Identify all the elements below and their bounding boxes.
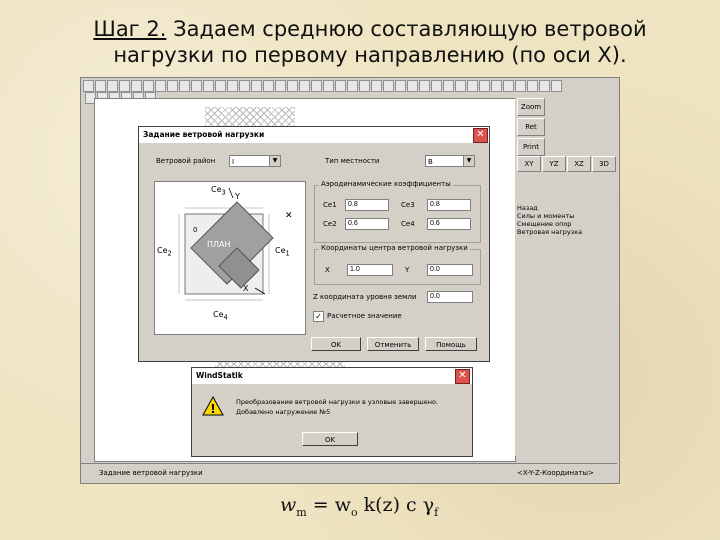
menu-item-forces[interactable]: Силы и моменты — [517, 212, 582, 220]
view-3d-button[interactable]: 3D — [592, 156, 616, 172]
design-value-label: Расчетное значение — [327, 312, 402, 320]
terrain-label: Тип местности — [325, 157, 380, 165]
formula-w0-sub: o — [350, 505, 358, 519]
view-yz-button[interactable]: YZ — [542, 156, 566, 172]
ce2-label: Се2 — [323, 220, 337, 228]
message-line1: Преобразование ветровой нагрузки в узлов… — [236, 398, 438, 406]
cancel-button[interactable]: Отменить — [367, 337, 419, 351]
aero-group-label: Аэродинамические коэффициенты — [319, 180, 453, 188]
chevron-down-icon: ▼ — [269, 156, 280, 166]
title-line1: Задаем среднюю составляющую ветровой — [166, 17, 647, 41]
formula-w-sub: m — [296, 505, 307, 519]
ce3-label: Се3 — [401, 201, 415, 209]
aero-coefficients-group: Аэродинамические коэффициенты — [314, 180, 481, 243]
region-select[interactable]: I ▼ — [229, 155, 281, 167]
menu-item-supports[interactable]: Смещение опор — [517, 220, 582, 228]
close-icon[interactable]: ✕ — [473, 128, 488, 143]
coord-group-label: Координаты центра ветровой нагрузки — [319, 244, 470, 252]
title-step: Шаг 2. — [93, 17, 167, 41]
axis-x-label: X — [243, 284, 249, 293]
ce1-input[interactable] — [345, 199, 389, 211]
x-label: X — [325, 266, 330, 274]
region-label: Ветровой район — [156, 157, 216, 165]
z-label: Z координата уровня земли — [313, 293, 417, 301]
message-dialog: WindStatik ✕ ! Преобразование ветровой н… — [191, 367, 473, 457]
plan-label: ПЛАН — [207, 240, 231, 249]
axis-y-label: Y — [235, 192, 240, 201]
chevron-down-icon: ▼ — [463, 156, 474, 166]
design-value-checkbox[interactable]: ✓ — [313, 311, 324, 322]
terrain-select[interactable]: B ▼ — [425, 155, 475, 167]
title-line2: нагрузки по первому направлению (по оси … — [113, 43, 627, 67]
zoom-button[interactable]: Zoom — [517, 98, 545, 116]
svg-text:!: ! — [210, 402, 215, 416]
plan-diagram: ПЛАН Се3 Y Се2 Се1 Се4 X 0 — [154, 181, 306, 335]
right-panel: Zoom Ret Print XY YZ XZ 3D Назад Силы и … — [515, 96, 617, 456]
terrain-value: B — [428, 158, 433, 166]
wind-direction-icon: ✕ — [285, 211, 293, 221]
origin-label: 0 — [193, 226, 198, 234]
help-button[interactable]: Помощь — [425, 337, 477, 351]
ce2-plan-label: Се2 — [157, 246, 172, 258]
warning-icon: ! — [202, 396, 224, 416]
ce4-label: Се4 — [401, 220, 415, 228]
formula-rest: k(z) c γ — [357, 494, 435, 516]
status-left: Задание ветровой нагрузки — [99, 469, 203, 477]
formula-w: w — [280, 494, 297, 516]
ce4-plan-label: Се4 — [213, 310, 228, 322]
slide-title: Шаг 2. Задаем среднюю составляющую ветро… — [60, 16, 680, 68]
wind-load-dialog: Задание ветровой нагрузки ✕ Ветровой рай… — [138, 126, 490, 362]
ok-button[interactable]: OK — [311, 337, 361, 351]
z-input[interactable] — [427, 291, 473, 303]
ce3-plan-label: Се3 — [211, 185, 226, 197]
status-bar: Задание ветровой нагрузки <X-Y-Z-Координ… — [81, 463, 617, 482]
message-title: WindStatik — [192, 368, 472, 384]
message-ok-button[interactable]: OK — [302, 432, 358, 446]
ce1-plan-label: Се1 — [275, 246, 290, 258]
region-value: I — [232, 158, 235, 166]
view-xz-button[interactable]: XZ — [567, 156, 591, 172]
menu-item-back[interactable]: Назад — [517, 204, 582, 212]
close-icon[interactable]: ✕ — [455, 369, 470, 384]
formula-gamma-sub: f — [434, 505, 439, 519]
toolbar-row-1[interactable] — [83, 80, 562, 92]
ce1-label: Се1 — [323, 201, 337, 209]
y-input[interactable] — [427, 264, 473, 276]
side-menu: Назад Силы и моменты Смещение опор Ветро… — [517, 204, 582, 236]
dialog-title: Задание ветровой нагрузки — [139, 127, 489, 143]
ce3-input[interactable] — [427, 199, 471, 211]
x-input[interactable] — [347, 264, 393, 276]
print-button[interactable]: Print — [517, 138, 545, 156]
status-right: <X-Y-Z-Координаты> — [517, 469, 594, 477]
menu-item-wind[interactable]: Ветровая нагрузка — [517, 228, 582, 236]
formula-eq: = w — [306, 494, 351, 516]
message-line2: Добавлено нагружение №5 — [236, 408, 331, 416]
plan-drawing — [178, 187, 274, 301]
view-xy-button[interactable]: XY — [517, 156, 541, 172]
y-label: Y — [405, 266, 410, 274]
ce2-input[interactable] — [345, 218, 389, 230]
ret-button[interactable]: Ret — [517, 118, 545, 136]
formula: wm = wo k(z) c γf — [280, 494, 438, 519]
ce4-input[interactable] — [427, 218, 471, 230]
